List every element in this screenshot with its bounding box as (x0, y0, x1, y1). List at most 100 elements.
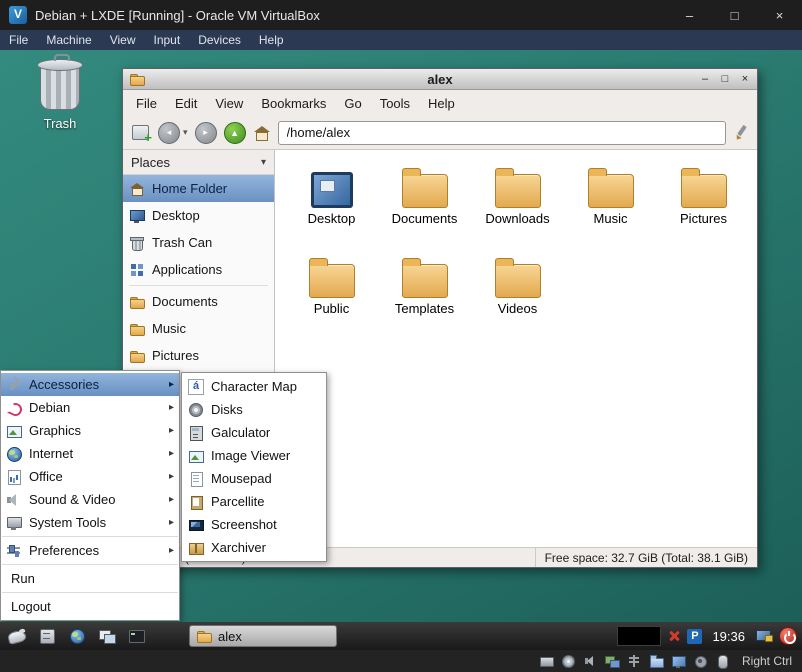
fm-titlebar[interactable]: alex – □ × (123, 69, 757, 90)
screen-lock-icon[interactable] (755, 627, 773, 645)
fm-maximize-button[interactable]: □ (719, 70, 731, 89)
submenu-item-label: Xarchiver (211, 540, 266, 555)
clock[interactable]: 19:36 (712, 629, 745, 644)
vbox-menu-file[interactable]: File (0, 30, 37, 50)
screenshot-icon (188, 517, 204, 533)
fm-close-button[interactable]: × (739, 70, 751, 89)
file-item-pictures[interactable]: Pictures (657, 164, 750, 254)
optical-disc-icon[interactable] (560, 653, 576, 669)
fm-menu-bookmarks[interactable]: Bookmarks (252, 91, 335, 116)
menu-item-logout[interactable]: Logout (1, 595, 179, 618)
file-item-desktop[interactable]: Desktop (285, 164, 378, 254)
desktop-folder-icon (311, 172, 353, 208)
file-item-downloads[interactable]: Downloads (471, 164, 564, 254)
vbox-menu-devices[interactable]: Devices (189, 30, 250, 50)
system-tools-icon (6, 515, 22, 531)
calculator-icon (188, 425, 204, 441)
mouse-integration-icon[interactable] (714, 653, 730, 669)
fm-window-controls: – □ × (699, 70, 751, 89)
menu-item-preferences[interactable]: Preferences ▸ (1, 539, 179, 562)
submenu-item-disks[interactable]: Disks (182, 398, 326, 421)
history-chevron-icon[interactable]: ▾ (183, 127, 188, 138)
cpu-monitor[interactable] (617, 626, 661, 646)
file-item-public[interactable]: Public (285, 254, 378, 344)
fm-window-title: alex (123, 72, 757, 87)
file-item-documents[interactable]: Documents (378, 164, 471, 254)
edit-path-icon[interactable] (733, 125, 749, 141)
menu-item-run[interactable]: Run (1, 567, 179, 590)
task-button-alex[interactable]: alex (189, 625, 337, 647)
desktop-trash-item[interactable]: Trash (26, 58, 94, 131)
vbox-menu-input[interactable]: Input (145, 30, 190, 50)
shared-folders-icon[interactable] (648, 653, 664, 669)
fm-menu-go[interactable]: Go (335, 91, 370, 116)
maximize-button[interactable]: □ (712, 0, 757, 30)
submenu-item-galculator[interactable]: Galculator (182, 421, 326, 444)
new-tab-icon[interactable] (131, 123, 151, 142)
submenu-arrow-icon: ▸ (169, 425, 174, 436)
folder-icon (681, 174, 727, 208)
fm-menu-help[interactable]: Help (419, 91, 464, 116)
sidebar-item-pictures[interactable]: Pictures (123, 342, 274, 369)
browser-launcher[interactable] (65, 624, 89, 648)
iconify-windows-button[interactable] (95, 624, 119, 648)
recording-icon[interactable] (692, 653, 708, 669)
file-item-templates[interactable]: Templates (378, 254, 471, 344)
up-button[interactable]: ▲ (224, 122, 246, 144)
close-button[interactable]: × (757, 0, 802, 30)
file-item-videos[interactable]: Videos (471, 254, 564, 344)
submenu-item-parcellite[interactable]: Parcellite (182, 490, 326, 513)
sidebar-item-home-folder[interactable]: Home Folder (123, 175, 274, 202)
menu-item-system-tools[interactable]: System Tools ▸ (1, 511, 179, 534)
hard-disk-icon[interactable] (538, 653, 554, 669)
folder-icon (129, 294, 145, 310)
parcellite-tray-icon[interactable]: P (687, 629, 702, 644)
fm-menu-edit[interactable]: Edit (166, 91, 206, 116)
usb-icon[interactable] (626, 653, 642, 669)
menu-item-graphics[interactable]: Graphics ▸ (1, 419, 179, 442)
menu-item-office[interactable]: Office ▸ (1, 465, 179, 488)
submenu-item-screenshot[interactable]: Screenshot (182, 513, 326, 536)
preferences-icon (6, 543, 22, 559)
back-icon: ◂ (167, 127, 172, 138)
back-button[interactable]: ◂ (158, 122, 180, 144)
menu-item-accessories[interactable]: Accessories ▸ (1, 373, 179, 396)
logout-power-button[interactable] (779, 627, 797, 645)
submenu-item-xarchiver[interactable]: Xarchiver (182, 536, 326, 559)
vbox-menu-machine[interactable]: Machine (37, 30, 100, 50)
minimize-button[interactable]: – (667, 0, 712, 30)
submenu-item-character-map[interactable]: Character Map (182, 375, 326, 398)
sidebar-item-documents[interactable]: Documents (123, 288, 274, 315)
start-menu-button[interactable] (5, 624, 29, 648)
menu-item-label: Accessories (29, 377, 169, 392)
sidebar-item-applications[interactable]: Applications (123, 256, 274, 283)
tray-alert-icon[interactable] (667, 629, 681, 643)
audio-icon[interactable] (582, 653, 598, 669)
fm-menu-file[interactable]: File (127, 91, 166, 116)
network-icon[interactable] (604, 653, 620, 669)
file-manager-launcher[interactable] (35, 624, 59, 648)
places-header[interactable]: Places ▾ (123, 150, 274, 175)
path-input[interactable] (278, 121, 726, 145)
folder-icon (495, 264, 541, 298)
sidebar-item-music[interactable]: Music (123, 315, 274, 342)
menu-item-debian[interactable]: Debian ▸ (1, 396, 179, 419)
vbox-menu-help[interactable]: Help (250, 30, 293, 50)
menu-item-internet[interactable]: Internet ▸ (1, 442, 179, 465)
terminal-launcher[interactable] (125, 624, 149, 648)
fm-menu-view[interactable]: View (206, 91, 252, 116)
file-item-music[interactable]: Music (564, 164, 657, 254)
submenu-item-image-viewer[interactable]: Image Viewer (182, 444, 326, 467)
submenu-item-mousepad[interactable]: Mousepad (182, 467, 326, 490)
sidebar-item-trash-can[interactable]: Trash Can (123, 229, 274, 256)
home-button-icon[interactable] (253, 124, 271, 142)
display-icon[interactable] (670, 653, 686, 669)
menu-item-sound-video[interactable]: Sound & Video ▸ (1, 488, 179, 511)
forward-button[interactable]: ▸ (195, 122, 217, 144)
fm-minimize-button[interactable]: – (699, 70, 711, 89)
sidebar-item-desktop[interactable]: Desktop (123, 202, 274, 229)
places-label: Places (131, 155, 170, 170)
vbox-menu-view[interactable]: View (101, 30, 145, 50)
file-label: Pictures (657, 211, 750, 226)
fm-menu-tools[interactable]: Tools (371, 91, 419, 116)
